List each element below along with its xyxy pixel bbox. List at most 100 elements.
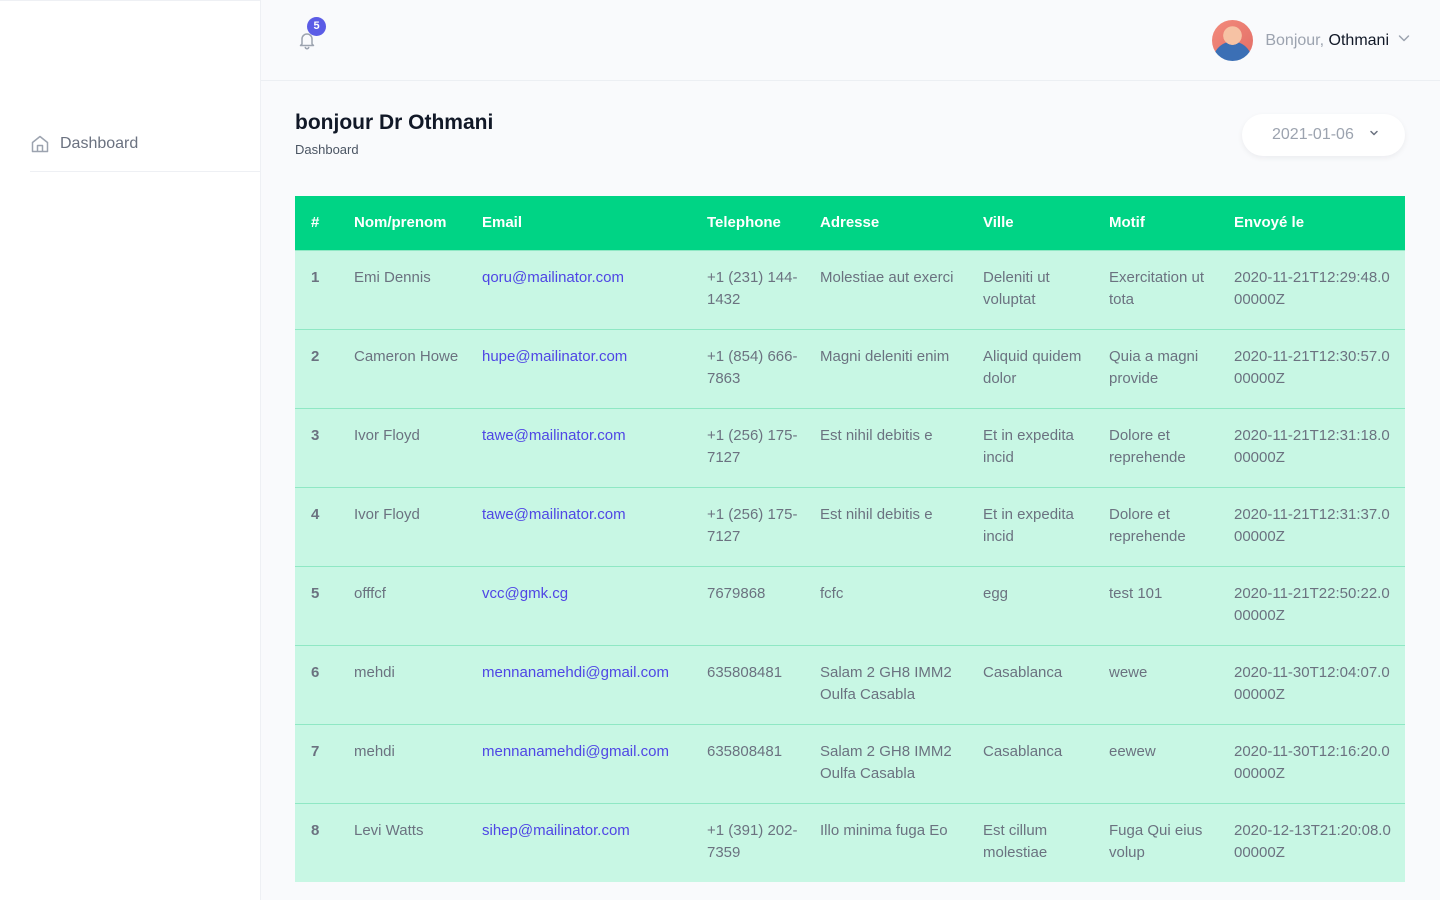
email-link[interactable]: sihep@mailinator.com bbox=[482, 822, 630, 839]
row-email: mennanamehdi@gmail.com bbox=[466, 645, 691, 724]
table-row[interactable]: 5 offfcf vcc@gmk.cg 7679868 fcfc egg test 101 2… bbox=[295, 566, 1405, 645]
table-row[interactable]: 4 Ivor Floyd tawe@mailinator.com +1 (256) 1… bbox=[295, 487, 1405, 566]
column-header[interactable]: Telephone bbox=[691, 196, 804, 250]
page-title: bonjour Dr Othmani bbox=[295, 111, 494, 134]
row-city: Et in expedita incid bbox=[983, 426, 1074, 466]
row-city: Est cillum molestiae bbox=[983, 821, 1048, 861]
column-header[interactable]: Motif bbox=[1093, 196, 1218, 250]
home-icon bbox=[30, 134, 50, 154]
row-name: Emi Dennis bbox=[354, 268, 431, 286]
topbar: 5 Bonjour, Othmani bbox=[261, 0, 1440, 81]
column-header[interactable]: Ville bbox=[967, 196, 1093, 250]
row-number: 7 bbox=[311, 742, 320, 760]
row-address: fcfc bbox=[820, 584, 844, 602]
row-phone: +1 (854) 666-7863 bbox=[707, 347, 798, 387]
row-email: qoru@mailinator.com bbox=[466, 250, 691, 329]
email-link[interactable]: vcc@gmk.cg bbox=[482, 585, 568, 602]
row-email: tawe@mailinator.com bbox=[466, 487, 691, 566]
row-reason: eewew bbox=[1109, 742, 1156, 760]
email-link[interactable]: hupe@mailinator.com bbox=[482, 348, 627, 365]
messages-table-container: # Nom/prenom Email Telephone Adresse Vil… bbox=[295, 196, 1405, 882]
row-reason: wewe bbox=[1109, 663, 1148, 681]
row-address: Est nihil debitis e bbox=[820, 426, 933, 444]
row-sent-at: 2020-11-21T12:31:18.000000Z bbox=[1234, 426, 1390, 466]
row-city: Casablanca bbox=[983, 742, 1063, 760]
row-name: mehdi bbox=[354, 742, 395, 760]
table-row[interactable]: 7 mehdi mennanamehdi@gmail.com 635808481 Sal… bbox=[295, 724, 1405, 803]
table-row[interactable]: 8 Levi Watts sihep@mailinator.com +1 (391) … bbox=[295, 803, 1405, 882]
row-address: Salam 2 GH8 IMM2 Oulfa Casabla bbox=[820, 663, 952, 703]
email-link[interactable]: tawe@mailinator.com bbox=[482, 506, 626, 523]
user-name: Othmani bbox=[1328, 31, 1389, 49]
date-filter-select[interactable]: 2021-01-06 bbox=[1242, 114, 1405, 156]
row-city: egg bbox=[983, 584, 1009, 602]
row-number: 6 bbox=[311, 663, 320, 681]
row-name: Ivor Floyd bbox=[354, 505, 420, 523]
sidebar: Dashboard bbox=[0, 0, 261, 900]
row-reason: Quia a magni provide bbox=[1109, 347, 1199, 387]
avatar bbox=[1212, 20, 1254, 61]
column-header[interactable]: Email bbox=[466, 196, 691, 250]
email-link[interactable]: qoru@mailinator.com bbox=[482, 269, 624, 286]
row-address: Molestiae aut exerci bbox=[820, 268, 954, 286]
row-name: mehdi bbox=[354, 663, 395, 681]
table-row[interactable]: 2 Cameron Howe hupe@mailinator.com +1 (854)… bbox=[295, 329, 1405, 408]
email-link[interactable]: tawe@mailinator.com bbox=[482, 427, 626, 444]
user-greeting: Bonjour, Othmani bbox=[1265, 32, 1389, 50]
row-email: hupe@mailinator.com bbox=[466, 329, 691, 408]
column-header[interactable]: Envoyé le bbox=[1218, 196, 1405, 250]
row-number: 4 bbox=[311, 505, 320, 523]
row-reason: Exercitation ut tota bbox=[1109, 268, 1205, 308]
row-reason: Dolore et reprehende bbox=[1109, 505, 1186, 545]
row-address: Magni deleniti enim bbox=[820, 347, 950, 365]
row-email: mennanamehdi@gmail.com bbox=[466, 724, 691, 803]
chevron-down-icon bbox=[1398, 31, 1411, 50]
row-sent-at: 2020-11-21T22:50:22.000000Z bbox=[1234, 584, 1390, 624]
row-name: Cameron Howe bbox=[354, 347, 459, 365]
row-phone: 635808481 bbox=[707, 742, 783, 760]
table-row[interactable]: 1 Emi Dennis qoru@mailinator.com +1 (231) 1… bbox=[295, 250, 1405, 329]
date-filter-value: 2021-01-06 bbox=[1272, 126, 1354, 143]
table-row[interactable]: 6 mehdi mennanamehdi@gmail.com 635808481 Sal… bbox=[295, 645, 1405, 724]
row-phone: +1 (256) 175-7127 bbox=[707, 505, 798, 545]
row-number: 5 bbox=[311, 584, 320, 602]
messages-table: # Nom/prenom Email Telephone Adresse Vil… bbox=[295, 196, 1405, 882]
column-header[interactable]: Adresse bbox=[804, 196, 967, 250]
table-row[interactable]: 3 Ivor Floyd tawe@mailinator.com +1 (256) 1… bbox=[295, 408, 1405, 487]
row-phone: +1 (391) 202-7359 bbox=[707, 821, 798, 861]
row-city: Casablanca bbox=[983, 663, 1063, 681]
row-phone: +1 (231) 144-1432 bbox=[707, 268, 798, 308]
breadcrumb: Dashboard bbox=[295, 142, 359, 157]
row-sent-at: 2020-11-30T12:04:07.000000Z bbox=[1234, 663, 1390, 703]
row-number: 2 bbox=[311, 347, 320, 365]
row-sent-at: 2020-11-30T12:16:20.000000Z bbox=[1234, 742, 1390, 782]
row-city: Deleniti ut voluptat bbox=[983, 268, 1050, 308]
chevron-down-icon bbox=[1368, 126, 1380, 144]
row-sent-at: 2020-11-21T12:29:48.000000Z bbox=[1234, 268, 1390, 308]
row-name: offfcf bbox=[354, 584, 386, 602]
row-sent-at: 2020-12-13T21:20:08.000000Z bbox=[1234, 821, 1391, 861]
row-number: 8 bbox=[311, 821, 320, 839]
email-link[interactable]: mennanamehdi@gmail.com bbox=[482, 743, 669, 760]
sidebar-item-label: Dashboard bbox=[60, 134, 139, 152]
sidebar-item-dashboard[interactable]: Dashboard bbox=[30, 118, 260, 172]
row-number: 3 bbox=[311, 426, 320, 444]
greeting-text: Bonjour, bbox=[1265, 31, 1325, 49]
user-menu[interactable]: Bonjour, Othmani bbox=[1212, 20, 1411, 61]
email-link[interactable]: mennanamehdi@gmail.com bbox=[482, 664, 669, 681]
row-email: vcc@gmk.cg bbox=[466, 566, 691, 645]
row-address: Salam 2 GH8 IMM2 Oulfa Casabla bbox=[820, 742, 952, 782]
column-header[interactable]: # bbox=[295, 196, 338, 250]
row-number: 1 bbox=[311, 268, 320, 286]
row-phone: 635808481 bbox=[707, 663, 783, 681]
row-reason: Dolore et reprehende bbox=[1109, 426, 1186, 466]
row-address: Illo minima fuga Eo bbox=[820, 821, 948, 839]
row-reason: Fuga Qui eius volup bbox=[1109, 821, 1203, 861]
table-header-row: # Nom/prenom Email Telephone Adresse Vil… bbox=[295, 196, 1405, 250]
row-name: Levi Watts bbox=[354, 821, 424, 839]
row-name: Ivor Floyd bbox=[354, 426, 420, 444]
column-header[interactable]: Nom/prenom bbox=[338, 196, 466, 250]
row-phone: +1 (256) 175-7127 bbox=[707, 426, 798, 466]
row-email: sihep@mailinator.com bbox=[466, 803, 691, 882]
row-city: Et in expedita incid bbox=[983, 505, 1074, 545]
